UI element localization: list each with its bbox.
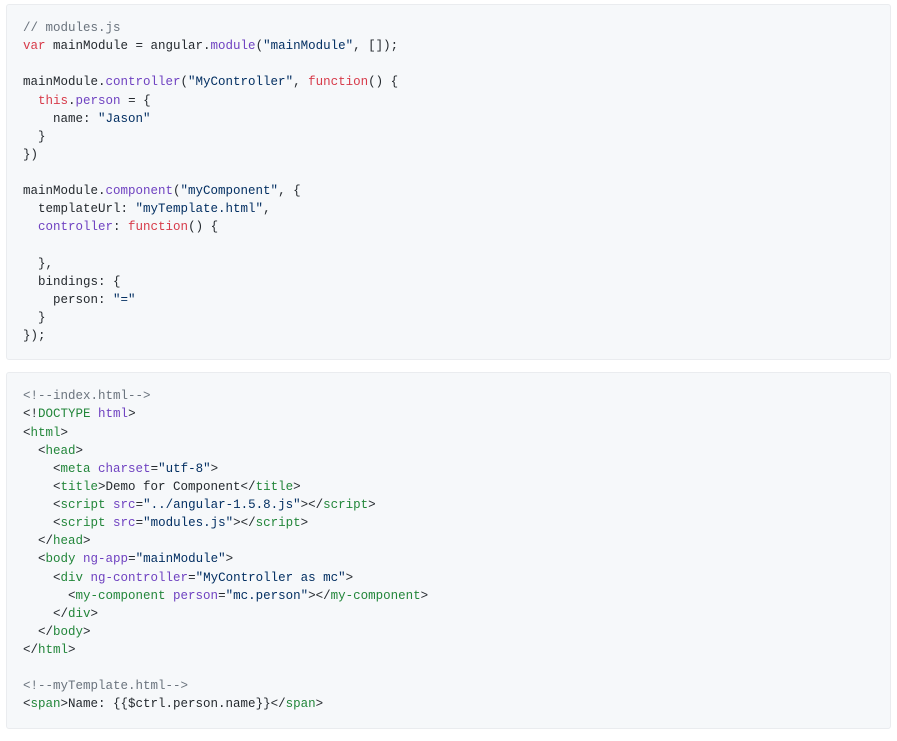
code-line: } — [23, 130, 46, 144]
code-line: <!DOCTYPE html> — [23, 407, 136, 421]
code-line: <html> — [23, 426, 68, 440]
code-line: }, — [23, 257, 53, 271]
code-line: </body> — [23, 625, 91, 639]
code-line: </head> — [23, 534, 91, 548]
code-line: var mainModule = angular.module("mainMod… — [23, 39, 398, 53]
code-line: // modules.js — [23, 21, 121, 35]
code-line: <script src="../angular-1.5.8.js"></scri… — [23, 498, 376, 512]
code-line: </html> — [23, 643, 76, 657]
code-block-js: // modules.js var mainModule = angular.m… — [6, 4, 891, 360]
code-line: <body ng-app="mainModule"> — [23, 552, 233, 566]
code-line: this.person = { — [23, 94, 151, 108]
code-line: <script src="modules.js"></script> — [23, 516, 308, 530]
code-line: <my-component person="mc.person"></my-co… — [23, 589, 428, 603]
code-line: <span>Name: {{$ctrl.person.name}}</span> — [23, 697, 323, 711]
code-line: <meta charset="utf-8"> — [23, 462, 218, 476]
code-line: }); — [23, 329, 46, 343]
code-line: <div ng-controller="MyController as mc"> — [23, 571, 353, 585]
code-line: } — [23, 311, 46, 325]
code-line: person: "=" — [23, 293, 136, 307]
code-line: <!--index.html--> — [23, 389, 151, 403]
code-line: <title>Demo for Component</title> — [23, 480, 301, 494]
code-block-html: <!--index.html--> <!DOCTYPE html> <html>… — [6, 372, 891, 728]
code-line: }) — [23, 148, 38, 162]
code-line: bindings: { — [23, 275, 121, 289]
code-line: mainModule.controller("MyController", fu… — [23, 75, 398, 89]
code-line: <!--myTemplate.html--> — [23, 679, 188, 693]
code-line: </div> — [23, 607, 98, 621]
code-line: templateUrl: "myTemplate.html", — [23, 202, 271, 216]
code-line: <head> — [23, 444, 83, 458]
code-line: mainModule.component("myComponent", { — [23, 184, 301, 198]
code-line: name: "Jason" — [23, 112, 151, 126]
code-line: controller: function() { — [23, 220, 218, 234]
